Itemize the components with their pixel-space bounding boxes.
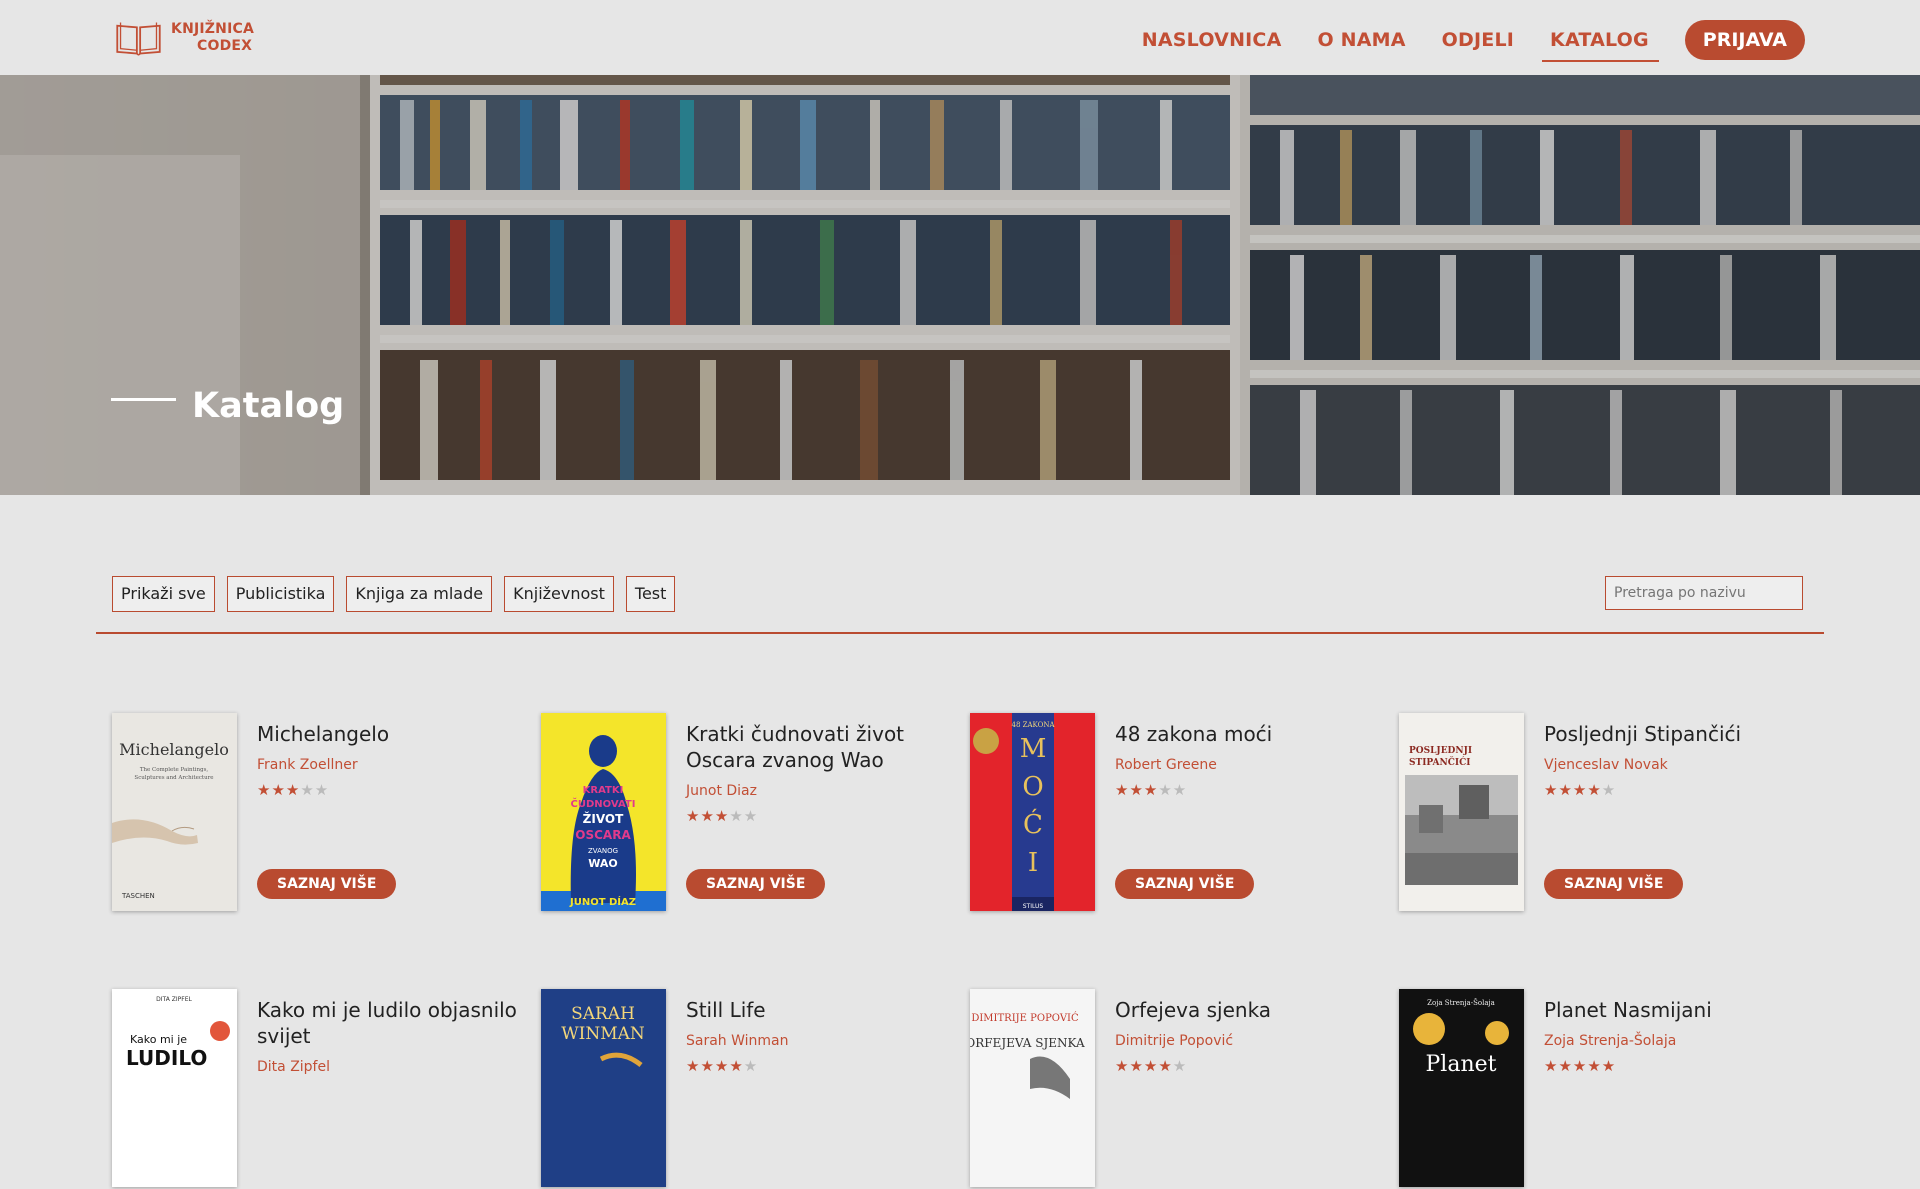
svg-text:KRATKI: KRATKI bbox=[583, 785, 624, 796]
svg-text:ZVANOG: ZVANOG bbox=[588, 847, 618, 855]
book-title[interactable]: Michelangelo bbox=[257, 721, 527, 747]
bookshelf-photo bbox=[0, 75, 1920, 495]
nav-naslovnica[interactable]: NASLOVNICA bbox=[1142, 23, 1282, 57]
book-author: Sarah Winman bbox=[686, 1033, 789, 1049]
nav-o-nama[interactable]: O NAMA bbox=[1317, 23, 1405, 57]
learn-more-button[interactable]: SAZNAJ VIŠE bbox=[1544, 869, 1684, 899]
book-author: Junot Diaz bbox=[686, 783, 757, 799]
book-title[interactable]: Planet Nasmijani bbox=[1544, 997, 1814, 1023]
book-author: Zoja Strenja-Šolaja bbox=[1544, 1033, 1677, 1049]
svg-text:DITA ZIPFEL: DITA ZIPFEL bbox=[156, 996, 192, 1003]
book-author: Robert Greene bbox=[1115, 757, 1217, 773]
book-title[interactable]: Orfejeva sjenka bbox=[1115, 997, 1385, 1023]
svg-text:I: I bbox=[1028, 848, 1038, 878]
main-nav: NASLOVNICA O NAMA ODJELI KATALOG PRIJAVA bbox=[1142, 20, 1805, 62]
hero-accent-line bbox=[111, 398, 176, 401]
logo-line-1: KNJIŽNICA bbox=[171, 21, 254, 37]
top-navbar: KNJIŽNICA CODEX NASLOVNICA O NAMA ODJELI… bbox=[0, 0, 1920, 75]
library-logo[interactable]: KNJIŽNICA CODEX bbox=[114, 14, 254, 62]
open-book-icon bbox=[116, 22, 161, 56]
svg-text:Michelangelo: Michelangelo bbox=[119, 740, 229, 759]
learn-more-button[interactable]: SAZNAJ VIŠE bbox=[257, 869, 397, 899]
learn-more-button[interactable]: SAZNAJ VIŠE bbox=[686, 869, 826, 899]
book-author: Vjenceslav Novak bbox=[1544, 757, 1668, 773]
book-title[interactable]: Kratki čudnovati život Oscara zvanog Wao bbox=[686, 721, 956, 773]
svg-text:ČUDNOVATI: ČUDNOVATI bbox=[571, 797, 636, 810]
book-card: SARAH WINMAN Still Life Sarah Winman ★★★… bbox=[541, 989, 941, 1189]
svg-text:DIMITRIJE POPOVIĆ: DIMITRIJE POPOVIĆ bbox=[971, 1012, 1079, 1024]
book-author: Dimitrije Popović bbox=[1115, 1033, 1234, 1049]
filter-test[interactable]: Test bbox=[625, 576, 676, 612]
svg-text:O: O bbox=[1022, 772, 1043, 802]
login-button[interactable]: PRIJAVA bbox=[1684, 20, 1805, 60]
book-card: POSLJEDNJI STIPANČIĆI Posljednji Stipanč… bbox=[1399, 713, 1799, 913]
book-card: Zoja Strenja-Šolaja Planet Planet Nasmij… bbox=[1399, 989, 1799, 1189]
section-divider bbox=[96, 632, 1824, 634]
hero-banner: Katalog bbox=[0, 75, 1920, 495]
page-title: Katalog bbox=[192, 386, 345, 426]
book-card: KRATKI ČUDNOVATI ŽIVOT OSCARA ZVANOG WAO… bbox=[541, 713, 941, 913]
svg-text:The Complete Paintings,: The Complete Paintings, bbox=[140, 767, 209, 773]
rating-stars: ★★★★★ bbox=[1115, 1057, 1188, 1075]
svg-text:LUDILO: LUDILO bbox=[126, 1046, 207, 1070]
book-card: DITA ZIPFEL Kako mi je LUDILO Kako mi je… bbox=[112, 989, 517, 1189]
search-input[interactable] bbox=[1605, 576, 1803, 610]
svg-text:TASCHEN: TASCHEN bbox=[121, 892, 155, 900]
book-cover[interactable]: KRATKI ČUDNOVATI ŽIVOT OSCARA ZVANOG WAO… bbox=[541, 713, 666, 911]
svg-text:WINMAN: WINMAN bbox=[561, 1024, 645, 1044]
rating-stars: ★★★★★ bbox=[257, 781, 330, 799]
svg-text:M: M bbox=[1020, 734, 1047, 764]
svg-text:POSLJEDNJI: POSLJEDNJI bbox=[1409, 746, 1472, 756]
book-author: Frank Zoellner bbox=[257, 757, 358, 773]
book-card: Michelangelo The Complete Paintings, Scu… bbox=[112, 713, 512, 913]
learn-more-button[interactable]: SAZNAJ VIŠE bbox=[1115, 869, 1255, 899]
book-author: Dita Zipfel bbox=[257, 1059, 330, 1075]
book-cover[interactable]: Michelangelo The Complete Paintings, Scu… bbox=[112, 713, 237, 911]
book-cover[interactable]: DIMITRIJE POPOVIĆ ORFEJEVA SJENKA bbox=[970, 989, 1095, 1187]
rating-stars: ★★★★★ bbox=[1544, 781, 1617, 799]
book-title[interactable]: Posljednji Stipančići bbox=[1544, 721, 1814, 747]
book-title[interactable]: Kako mi je ludilo objasnilo svijet bbox=[257, 997, 527, 1049]
book-card: DIMITRIJE POPOVIĆ ORFEJEVA SJENKA Orfeje… bbox=[970, 989, 1370, 1189]
filter-knjizevnost[interactable]: Književnost bbox=[504, 576, 614, 612]
svg-text:48 ZAKONA: 48 ZAKONA bbox=[1011, 721, 1055, 729]
svg-text:Ć: Ć bbox=[1023, 808, 1043, 840]
svg-text:Sculptures and Architecture: Sculptures and Architecture bbox=[134, 775, 213, 781]
filter-show-all[interactable]: Prikaži sve bbox=[112, 576, 215, 612]
rating-stars: ★★★★★ bbox=[686, 1057, 759, 1075]
svg-text:JUNOT DÍAZ: JUNOT DÍAZ bbox=[569, 895, 636, 908]
svg-text:Kako mi je: Kako mi je bbox=[130, 1033, 187, 1046]
svg-text:WAO: WAO bbox=[588, 857, 618, 870]
svg-text:OSCARA: OSCARA bbox=[575, 828, 631, 842]
svg-text:Zoja Strenja-Šolaja: Zoja Strenja-Šolaja bbox=[1427, 998, 1495, 1007]
svg-text:ORFEJEVA SJENKA: ORFEJEVA SJENKA bbox=[970, 1036, 1085, 1050]
category-filters: Prikaži sve Publicistika Knjiga za mlade… bbox=[112, 576, 676, 612]
svg-text:SARAH: SARAH bbox=[571, 1004, 635, 1024]
svg-text:Planet: Planet bbox=[1426, 1052, 1497, 1077]
book-cover[interactable]: POSLJEDNJI STIPANČIĆI bbox=[1399, 713, 1524, 911]
book-title[interactable]: 48 zakona moći bbox=[1115, 721, 1385, 747]
filter-publicistika[interactable]: Publicistika bbox=[226, 576, 335, 612]
nav-odjeli[interactable]: ODJELI bbox=[1442, 23, 1514, 57]
book-cover[interactable]: SARAH WINMAN bbox=[541, 989, 666, 1187]
book-cover[interactable]: Zoja Strenja-Šolaja Planet bbox=[1399, 989, 1524, 1187]
filter-knjiga-za-mlade[interactable]: Knjiga za mlade bbox=[346, 576, 493, 612]
book-cover[interactable]: 48 ZAKONA M O Ć I STILUS bbox=[970, 713, 1095, 911]
rating-stars: ★★★★★ bbox=[1544, 1057, 1617, 1075]
svg-text:STIPANČIĆI: STIPANČIĆI bbox=[1409, 756, 1470, 768]
book-title[interactable]: Still Life bbox=[686, 997, 956, 1023]
svg-text:STILUS: STILUS bbox=[1023, 903, 1044, 910]
book-card: 48 ZAKONA M O Ć I STILUS 48 zakona moći … bbox=[970, 713, 1370, 913]
svg-text:ŽIVOT: ŽIVOT bbox=[583, 811, 624, 826]
logo-line-2: CODEX bbox=[197, 38, 253, 54]
rating-stars: ★★★★★ bbox=[686, 807, 759, 825]
nav-katalog[interactable]: KATALOG bbox=[1542, 23, 1659, 62]
rating-stars: ★★★★★ bbox=[1115, 781, 1188, 799]
book-cover[interactable]: DITA ZIPFEL Kako mi je LUDILO bbox=[112, 989, 237, 1187]
